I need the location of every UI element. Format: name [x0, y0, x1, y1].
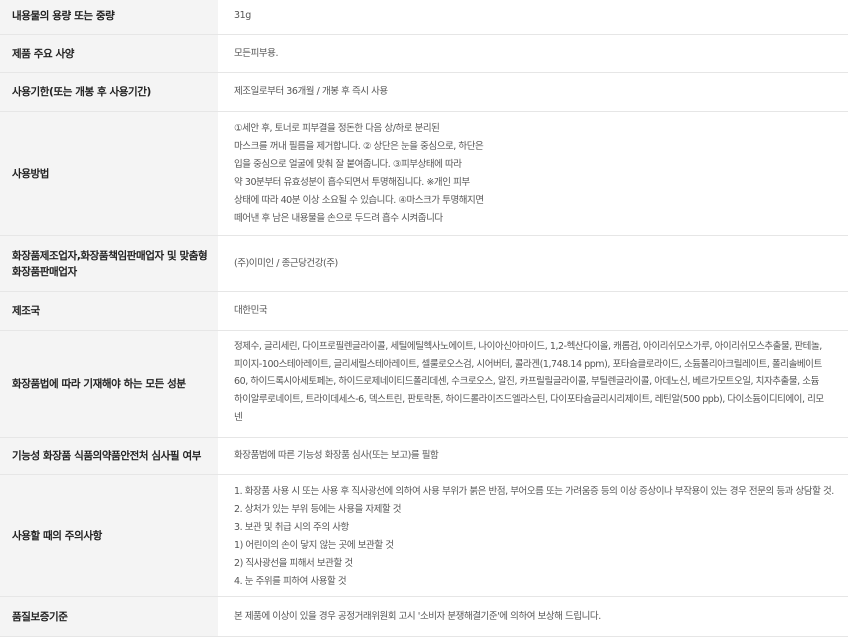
table-row: 사용기한(또는 개봉 후 사용기간) 제조일로부터 36개월 / 개봉 후 즉시…: [0, 73, 848, 112]
row-value: ①세안 후, 토너로 피부결을 정돈한 다음 상/하로 분리된 마스크를 꺼내 …: [234, 123, 484, 224]
row-label: 화장품법에 따라 기재해야 하는 모든 성분: [0, 331, 218, 437]
row-label: 화장품제조업자,화장품책임판매업자 및 맞춤형 화장품판매업자: [0, 236, 218, 291]
row-value: 제조일로부터 36개월 / 개봉 후 즉시 사용: [234, 86, 388, 97]
table-row: 내용물의 용량 또는 중량 31g: [0, 0, 848, 35]
row-value: 본 제품에 이상이 있을 경우 공정거래위원회 고시 '소비자 분쟁해결기준'에…: [234, 610, 601, 622]
table-row: 제품 주요 사양 모든피부용.: [0, 35, 848, 73]
row-value: 대한민국: [234, 305, 268, 316]
row-label: 기능성 화장품 식품의약품안전처 심사필 여부: [0, 438, 218, 474]
row-label: 사용방법: [0, 112, 218, 235]
row-value: (주)이미인 / 종근당건강(주): [234, 257, 338, 269]
product-spec-table: 내용물의 용량 또는 중량 31g 제품 주요 사양 모든피부용. 사용기한(또…: [0, 0, 848, 637]
row-label: 사용할 때의 주의사항: [0, 475, 218, 596]
row-label: 품질보증기준: [0, 597, 218, 636]
row-value: 1. 화장품 사용 시 또는 사용 후 직사광선에 의하여 사용 부위가 붉은 …: [234, 486, 834, 587]
table-row: 사용방법 ①세안 후, 토너로 피부결을 정돈한 다음 상/하로 분리된 마스크…: [0, 112, 848, 236]
table-row: 품질보증기준 본 제품에 이상이 있을 경우 공정거래위원회 고시 '소비자 분…: [0, 597, 848, 637]
row-label: 제품 주요 사양: [0, 35, 218, 72]
row-value: 모든피부용.: [234, 47, 279, 59]
row-label: 사용기한(또는 개봉 후 사용기간): [0, 73, 218, 111]
row-value: 화장품법에 따른 기능성 화장품 심사(또는 보고)를 필함: [234, 450, 439, 461]
row-label: 제조국: [0, 292, 218, 330]
table-row: 제조국 대한민국: [0, 292, 848, 331]
table-row: 사용할 때의 주의사항 1. 화장품 사용 시 또는 사용 후 직사광선에 의하…: [0, 475, 848, 597]
table-row: 기능성 화장품 식품의약품안전처 심사필 여부 화장품법에 따른 기능성 화장품…: [0, 438, 848, 475]
row-label: 내용물의 용량 또는 중량: [0, 0, 218, 34]
table-row: 화장품제조업자,화장품책임판매업자 및 맞춤형 화장품판매업자 (주)이미인 /…: [0, 236, 848, 292]
row-value: 정제수, 글리세린, 다이프로필렌글라이콜, 세틸에틸헥사노에이트, 나이아신아…: [234, 341, 824, 423]
table-row: 화장품법에 따라 기재해야 하는 모든 성분 정제수, 글리세린, 다이프로필렌…: [0, 331, 848, 438]
row-value: 31g: [234, 9, 251, 21]
